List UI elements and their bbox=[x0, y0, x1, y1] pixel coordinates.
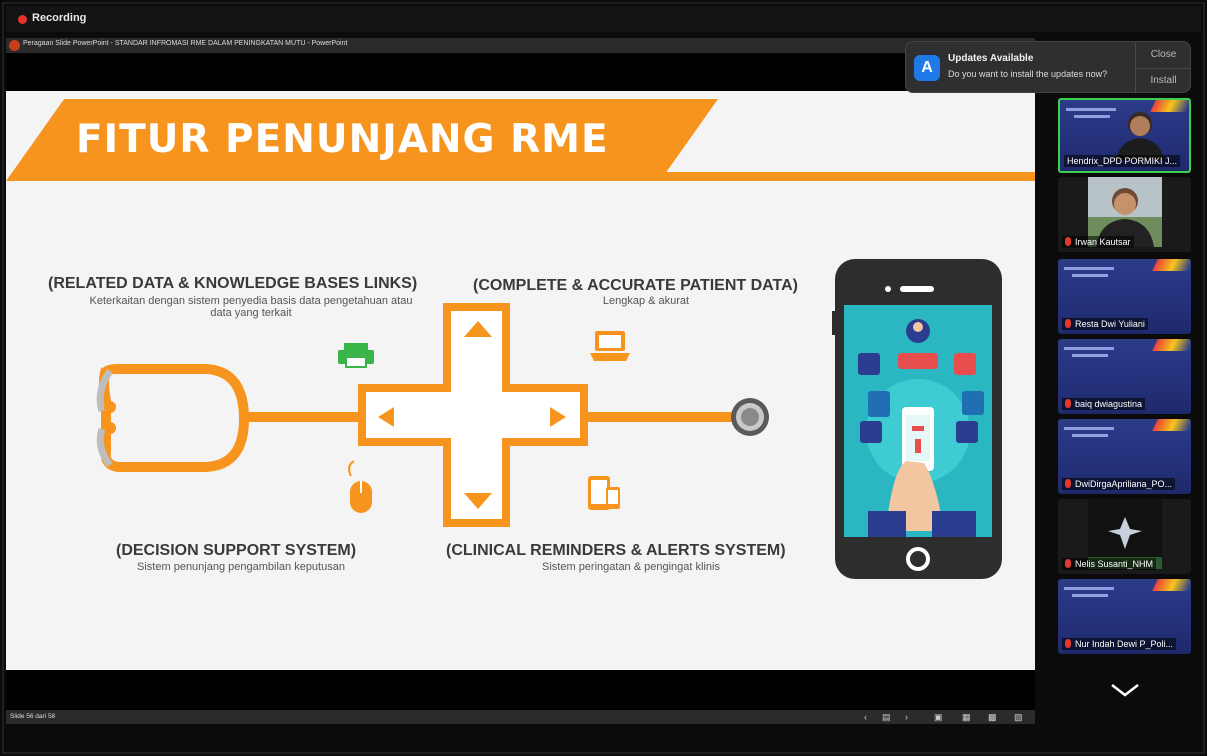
meeting-window: Recording Peragaan Slide PowerPoint - ST… bbox=[0, 0, 1207, 756]
participant-name: Hendrix_DPD PORMIKI J... bbox=[1064, 155, 1181, 167]
participant-name: DwiDirgaApriliana_PO... bbox=[1062, 478, 1176, 490]
tablet-icon bbox=[588, 476, 620, 510]
slide-counter: Slide 56 dari 58 bbox=[10, 713, 56, 720]
recording-bar: Recording bbox=[6, 6, 1201, 32]
feature-title-decision-support: (DECISION SUPPORT SYSTEM) bbox=[116, 542, 357, 559]
feature-subtitle-clinical-reminders: Sistem peringatan & pengingat klinis bbox=[542, 561, 720, 573]
mouse-icon bbox=[348, 460, 372, 513]
previous-slide-button[interactable]: ‹ bbox=[864, 711, 867, 723]
powerpoint-window-title: Peragaan Slide PowerPoint - STANDAR INFR… bbox=[23, 40, 348, 47]
participant-tile[interactable]: DwiDirgaApriliana_PO... bbox=[1058, 419, 1191, 494]
slide-sorter-icon[interactable]: ▦ bbox=[962, 711, 971, 723]
participant-tile[interactable]: Resta Dwi Yuliani bbox=[1058, 259, 1191, 334]
participant-video bbox=[1116, 112, 1164, 160]
next-slide-button[interactable]: › bbox=[905, 711, 908, 723]
letterbox-bottom bbox=[6, 670, 1035, 710]
participant-tile[interactable]: baiq dwiagustina bbox=[1058, 339, 1191, 414]
participant-name-text: Resta Dwi Yuliani bbox=[1075, 319, 1145, 329]
participant-name-text: Irwan Kautsar bbox=[1075, 237, 1131, 247]
letterbox-top bbox=[6, 53, 1035, 91]
notification-message: Do you want to install the updates now? bbox=[948, 69, 1108, 79]
updates-notification: A Updates Available Do you want to insta… bbox=[905, 41, 1191, 93]
presenter-view-icon[interactable]: ▧ bbox=[1014, 711, 1023, 723]
shared-slide: FITUR PENUNJANG RME (RELATED DATA & KNOW… bbox=[6, 91, 1035, 670]
powerpoint-titlebar: Peragaan Slide PowerPoint - STANDAR INFR… bbox=[6, 38, 1035, 53]
participant-name: Resta Dwi Yuliani bbox=[1062, 318, 1148, 330]
mic-muted-icon bbox=[1065, 639, 1071, 648]
participant-name-text: baiq dwiagustina bbox=[1075, 399, 1143, 409]
participant-name: Irwan Kautsar bbox=[1062, 236, 1134, 248]
notification-close-button[interactable]: Close bbox=[1135, 42, 1190, 68]
feature-subtitle-related-data: Keterkaitan dengan sistem penyedia basis… bbox=[36, 295, 466, 319]
powerpoint-statusbar: Slide 56 dari 58 ‹ ▤ › ▣ ▦ ▩ ▧ bbox=[6, 710, 1035, 724]
participant-tile[interactable]: Irwan Kautsar bbox=[1058, 177, 1191, 252]
feature-subtitle-decision-support: Sistem penunjang pengambilan keputusan bbox=[137, 561, 345, 573]
laptop-icon bbox=[590, 331, 630, 361]
participant-name-text: Nelis Susanti_NHM bbox=[1075, 559, 1154, 569]
feature-subtitle-line1: Keterkaitan dengan sistem penyedia basis… bbox=[89, 295, 413, 307]
stethoscope-tube bbox=[99, 364, 250, 472]
notification-title: Updates Available bbox=[948, 53, 1034, 64]
earpiece-left bbox=[104, 401, 116, 413]
heading-underline bbox=[6, 172, 1035, 181]
participant-tile[interactable]: Hendrix_DPD PORMIKI J... bbox=[1058, 98, 1191, 173]
mic-muted-icon bbox=[1065, 479, 1071, 488]
printer-icon bbox=[338, 343, 374, 368]
notification-install-button[interactable]: Install bbox=[1135, 68, 1190, 92]
powerpoint-logo-icon bbox=[9, 40, 20, 51]
participant-name: Nur Indah Dewi P_Poli... bbox=[1062, 638, 1177, 650]
participant-name-text: DwiDirgaApriliana_PO... bbox=[1075, 479, 1173, 489]
participant-name: Nelis Susanti_NHM bbox=[1062, 558, 1157, 570]
app-store-icon: A bbox=[914, 55, 940, 81]
feature-title-patient-data: (COMPLETE & ACCURATE PATIENT DATA) bbox=[473, 277, 799, 294]
feature-subtitle-patient-data: Lengkap & akurat bbox=[602, 295, 690, 307]
smartphone-illustration bbox=[832, 259, 1002, 579]
participant-tile[interactable]: Nur Indah Dewi P_Poli... bbox=[1058, 579, 1191, 654]
mic-muted-icon bbox=[1065, 559, 1071, 568]
earpiece-right bbox=[104, 422, 116, 434]
participant-tile[interactable]: Nelis Susanti_NHM bbox=[1058, 499, 1191, 574]
slide-heading: FITUR PENUNJANG RME bbox=[76, 117, 609, 162]
recording-dot-icon bbox=[18, 15, 27, 24]
reading-view-icon[interactable]: ▩ bbox=[988, 711, 997, 723]
feature-title-related-data: (RELATED DATA & KNOWLEDGE BASES LINKS) bbox=[48, 275, 418, 292]
slide-menu-icon[interactable]: ▤ bbox=[882, 711, 891, 723]
mic-muted-icon bbox=[1065, 399, 1071, 408]
participant-name: baiq dwiagustina bbox=[1062, 398, 1146, 410]
recording-label: Recording bbox=[32, 12, 87, 24]
mic-muted-icon bbox=[1065, 237, 1071, 246]
mic-muted-icon bbox=[1065, 319, 1071, 328]
feature-subtitle-line2: data yang terkait bbox=[210, 307, 292, 319]
participant-name-text: Nur Indah Dewi P_Poli... bbox=[1075, 639, 1174, 649]
feature-title-clinical-reminders: (CLINICAL REMINDERS & ALERTS SYSTEM) bbox=[446, 542, 786, 559]
slide-graphics bbox=[6, 99, 1035, 579]
scroll-down-chevron-icon[interactable] bbox=[1110, 683, 1140, 697]
normal-view-icon[interactable]: ▣ bbox=[934, 711, 943, 723]
